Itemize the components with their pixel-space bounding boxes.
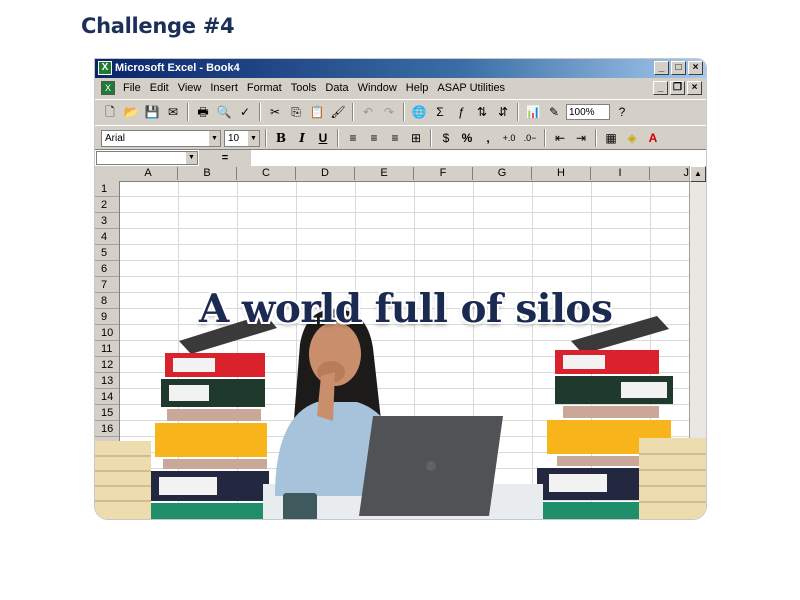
drawing-icon[interactable]: ✎ — [545, 103, 563, 121]
formula-equals[interactable]: = — [199, 150, 251, 166]
print-icon[interactable]: 🖶 — [194, 103, 212, 121]
zoom-select[interactable]: 100% — [566, 104, 610, 120]
italic-button[interactable]: I — [293, 129, 311, 147]
chevron-down-icon[interactable]: ▼ — [209, 130, 220, 146]
email-icon[interactable]: ✉ — [164, 103, 182, 121]
menu-edit[interactable]: Edit — [150, 82, 169, 94]
excel-window: X Microsoft Excel - Book4 _ □ × X File E… — [94, 58, 707, 520]
overwhelmed-worker-illustration — [95, 309, 706, 519]
menu-insert[interactable]: Insert — [210, 82, 238, 94]
font-color-icon[interactable]: A — [644, 129, 662, 147]
menu-data[interactable]: Data — [325, 82, 348, 94]
font-name-value: Arial — [105, 132, 126, 144]
toolbar-separator — [517, 103, 519, 121]
percent-button[interactable]: % — [458, 129, 476, 147]
toolbar-separator — [352, 103, 354, 121]
close-button[interactable]: × — [688, 61, 703, 75]
format-painter-icon[interactable]: 🖌 — [329, 103, 347, 121]
bold-button[interactable]: B — [272, 129, 290, 147]
sort-ascending-icon[interactable]: ⇅ — [473, 103, 491, 121]
function-icon[interactable]: ƒ — [452, 103, 470, 121]
align-left-icon[interactable]: ≡ — [344, 129, 362, 147]
coffee-mug — [283, 493, 317, 519]
name-box[interactable]: ▼ — [96, 151, 198, 165]
toolbar-separator — [430, 129, 432, 147]
doc-close-button[interactable]: × — [687, 81, 702, 95]
comma-button[interactable]: , — [479, 129, 497, 147]
hyperlink-icon[interactable]: 🌐 — [410, 103, 428, 121]
doc-minimize-button[interactable]: _ — [653, 81, 668, 95]
chevron-down-icon[interactable]: ▼ — [186, 152, 197, 164]
font-name-select[interactable]: Arial ▼ — [101, 129, 221, 147]
toolbar-separator — [544, 129, 546, 147]
worksheet-grid[interactable]: A B C D E F G H I J 1 2 3 4 5 6 7 8 9 10… — [95, 166, 706, 519]
minimize-button[interactable]: _ — [654, 61, 669, 75]
title-bar: X Microsoft Excel - Book4 _ □ × — [95, 59, 706, 78]
standard-toolbar: 🗋 📂 💾 ✉ 🖶 🔍 ✓ ✂ ⎘ 📋 🖌 ↶ ↷ 🌐 Σ ƒ ⇅ ⇵ 📊 ✎ — [95, 99, 706, 126]
right-binder-stack — [523, 316, 706, 519]
underline-button[interactable]: U — [314, 129, 332, 147]
workbook-icon[interactable]: X — [101, 81, 115, 95]
excel-app-icon: X — [98, 61, 112, 75]
font-size-value: 10 — [228, 132, 240, 144]
toolbar-separator — [337, 129, 339, 147]
menu-file[interactable]: File — [123, 82, 141, 94]
menu-tools[interactable]: Tools — [291, 82, 317, 94]
decrease-decimal-icon[interactable]: .0− — [521, 129, 539, 147]
sort-descending-icon[interactable]: ⇵ — [494, 103, 512, 121]
open-icon[interactable]: 📂 — [122, 103, 140, 121]
redo-icon[interactable]: ↷ — [380, 103, 398, 121]
maximize-button[interactable]: □ — [671, 61, 686, 75]
decrease-indent-icon[interactable]: ⇤ — [551, 129, 569, 147]
formatting-toolbar: Arial ▼ 10 ▼ B I U ≡ ≡ ≡ ⊞ $ % , +.0 .0− ⇤… — [95, 125, 706, 150]
align-right-icon[interactable]: ≡ — [386, 129, 404, 147]
font-size-select[interactable]: 10 ▼ — [224, 129, 260, 147]
autosum-icon[interactable]: Σ — [431, 103, 449, 121]
chart-wizard-icon[interactable]: 📊 — [524, 103, 542, 121]
menu-help[interactable]: Help — [406, 82, 429, 94]
menu-window[interactable]: Window — [358, 82, 397, 94]
borders-icon[interactable]: ▦ — [602, 129, 620, 147]
page-heading: Challenge #4 — [81, 14, 235, 38]
left-binder-stack — [95, 314, 277, 519]
toolbar-separator — [259, 103, 261, 121]
chevron-down-icon[interactable]: ▼ — [248, 130, 259, 146]
menu-bar: X File Edit View Insert Format Tools Dat… — [95, 78, 706, 99]
help-icon[interactable]: ? — [613, 103, 631, 121]
print-preview-icon[interactable]: 🔍 — [215, 103, 233, 121]
menu-view[interactable]: View — [178, 82, 202, 94]
fill-color-icon[interactable]: ◈ — [623, 129, 641, 147]
copy-icon[interactable]: ⎘ — [287, 103, 305, 121]
increase-indent-icon[interactable]: ⇥ — [572, 129, 590, 147]
undo-icon[interactable]: ↶ — [359, 103, 377, 121]
window-title: Microsoft Excel - Book4 — [115, 62, 240, 74]
increase-decimal-icon[interactable]: +.0 — [500, 129, 518, 147]
doc-restore-button[interactable]: ❐ — [670, 81, 685, 95]
cut-icon[interactable]: ✂ — [266, 103, 284, 121]
toolbar-separator — [187, 103, 189, 121]
paste-icon[interactable]: 📋 — [308, 103, 326, 121]
toolbar-separator — [265, 129, 267, 147]
menu-format[interactable]: Format — [247, 82, 282, 94]
toolbar-separator — [403, 103, 405, 121]
align-center-icon[interactable]: ≡ — [365, 129, 383, 147]
headline-overlay: A world full of silos — [199, 286, 613, 332]
currency-icon[interactable]: $ — [437, 129, 455, 147]
toolbar-separator — [595, 129, 597, 147]
formula-bar: ▼ = — [95, 149, 706, 167]
spelling-icon[interactable]: ✓ — [236, 103, 254, 121]
new-icon[interactable]: 🗋 — [101, 103, 119, 121]
menu-asap-utilities[interactable]: ASAP Utilities — [437, 82, 505, 94]
save-icon[interactable]: 💾 — [143, 103, 161, 121]
laptop — [359, 416, 503, 516]
merge-center-icon[interactable]: ⊞ — [407, 129, 425, 147]
